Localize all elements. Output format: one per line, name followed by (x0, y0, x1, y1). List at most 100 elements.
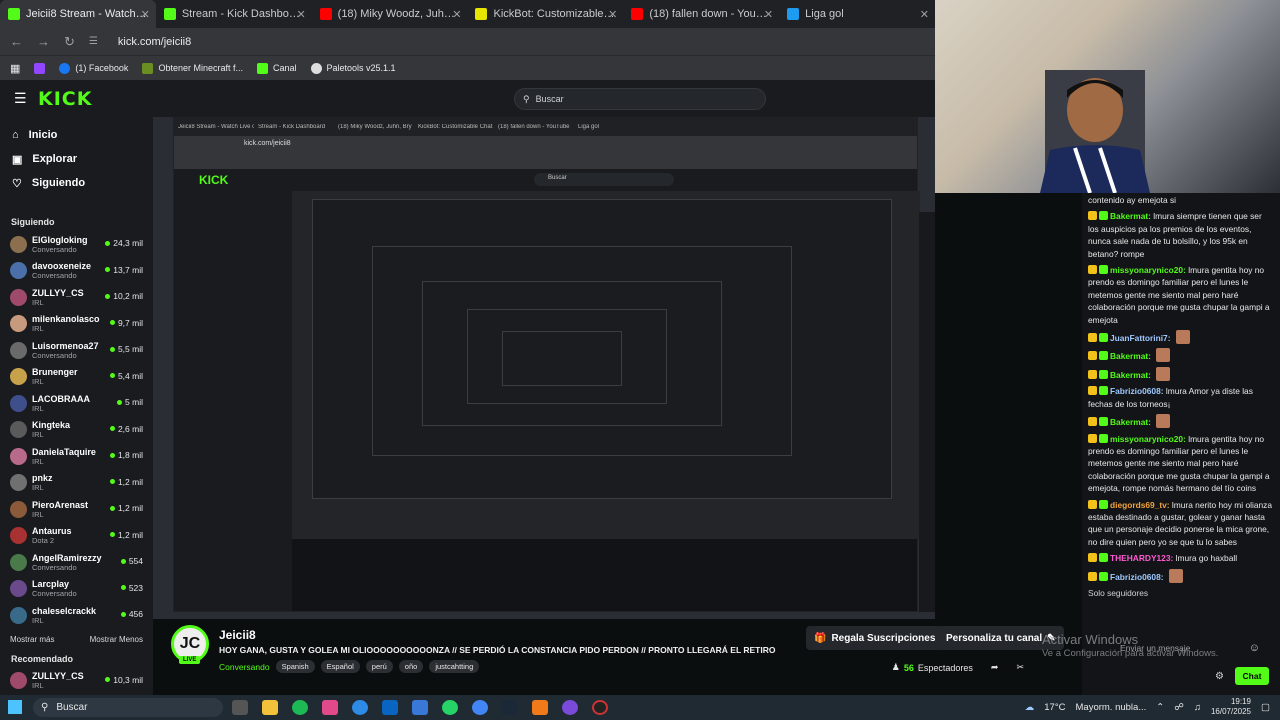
tag[interactable]: Spanish (275, 660, 315, 673)
close-icon[interactable]: ✕ (920, 8, 929, 21)
followed-channel[interactable]: pnkz IRL 1,2 mil (0, 470, 153, 497)
steam-icon[interactable] (502, 700, 518, 715)
nav-siguiendo[interactable]: ♡ Siguiendo (0, 171, 153, 195)
followed-channel[interactable]: Luisormenoa27 Conversando 5,5 mil (0, 337, 153, 364)
clip-icon[interactable]: ✂ (1016, 662, 1024, 673)
channel-category: Dota 2 (32, 536, 55, 546)
followed-channel[interactable]: ZULLYY_CS IRL 10,2 mil (0, 284, 153, 311)
notification-icon[interactable]: ▢ (1261, 702, 1270, 713)
close-icon[interactable]: ✕ (608, 8, 617, 21)
followed-channel[interactable]: ElGlogloking Conversando 24,3 mil (0, 231, 153, 258)
tag[interactable]: justcahtting (429, 660, 480, 673)
browser-tab[interactable]: (18) Miky Woodz, Juhn, Bry ✕ (312, 0, 468, 28)
show-more-button[interactable]: Mostrar más (10, 635, 54, 644)
file-explorer-icon[interactable] (262, 700, 278, 715)
browser-tab[interactable]: (18) fallen down - YouTube ✕ (623, 0, 779, 28)
followed-channel[interactable]: chaleselcrackk IRL 456 (0, 602, 153, 629)
chat-username[interactable]: Bakermat: (1110, 351, 1151, 361)
browser-tab[interactable]: Stream - Kick Dashboard ✕ (156, 0, 312, 28)
followed-channel[interactable]: Antaurus Dota 2 1,2 mil (0, 523, 153, 550)
chat-send-button[interactable]: Chat (1235, 667, 1269, 685)
chat-username[interactable]: JuanFattorini7: (1110, 333, 1171, 343)
close-icon[interactable]: ✕ (296, 8, 305, 21)
followed-channel[interactable]: AngelRamirezzy Conversando 554 (0, 549, 153, 576)
settings-gear-icon[interactable]: ⚙ (1215, 671, 1224, 682)
windows-start-icon[interactable] (8, 700, 22, 714)
gift-subs-button[interactable]: 🎁 Regala Suscripciones (806, 626, 944, 650)
chat-username[interactable]: Bakermat: (1110, 370, 1151, 380)
chrome-icon[interactable] (472, 700, 488, 715)
tab-favicon-icon (163, 8, 176, 20)
menu-icon[interactable]: ☰ (14, 90, 27, 107)
weather-icon[interactable]: ☁ (1025, 702, 1035, 713)
volume-icon[interactable]: ♫ (1194, 702, 1201, 713)
share-icon[interactable]: ➦ (991, 662, 999, 673)
outlook-icon[interactable] (382, 700, 398, 715)
followed-channel[interactable]: LACOBRAAA IRL 5 mil (0, 390, 153, 417)
emoji-icon[interactable]: ☺ (1249, 642, 1260, 654)
show-less-button[interactable]: Mostrar Menos (90, 635, 143, 644)
apps-grid-icon[interactable]: ▦ (10, 62, 20, 75)
bookmark-paletools[interactable]: Paletools v25.1.1 (310, 62, 396, 74)
tag[interactable]: perú (365, 660, 393, 673)
chat-username[interactable]: Bakermat: (1110, 211, 1151, 221)
back-icon[interactable]: ← (10, 34, 23, 49)
bookmark-facebook[interactable]: (1) Facebook (59, 62, 128, 74)
whatsapp-icon[interactable] (442, 700, 458, 715)
chat-username[interactable]: Fabrizio0608: (1110, 572, 1164, 582)
chat-username[interactable]: THEHARDY123: (1110, 553, 1173, 563)
copilot-icon[interactable] (322, 700, 338, 715)
nav-explorar[interactable]: ▣ Explorar (0, 147, 153, 171)
nav-inicio[interactable]: ⌂ Inicio (0, 123, 153, 147)
network-icon[interactable]: ☍ (1174, 702, 1184, 713)
search-input[interactable]: ⚲ Buscar (514, 88, 766, 110)
followed-channel[interactable]: Larcplay Conversando 523 (0, 576, 153, 603)
tag[interactable]: oño (398, 660, 424, 673)
chevron-up-icon[interactable]: ⌃ (1156, 702, 1164, 713)
browser-tab[interactable]: KickBot: Customizable Chat Bo✕ (467, 0, 623, 28)
spotify-icon[interactable] (292, 700, 308, 715)
bookmark-minecraft[interactable]: Obtener Minecraft f... (142, 62, 243, 74)
chat-username[interactable]: diegords69_tv: (1110, 500, 1170, 510)
nav-label: Explorar (32, 153, 78, 165)
stream-video[interactable]: Jeicii8 Stream - Watch Live on K Stream -… (153, 117, 935, 619)
task-view-icon[interactable] (232, 700, 248, 715)
viewer-count-text: 10,3 mil (113, 674, 143, 685)
close-icon[interactable]: ✕ (141, 8, 150, 21)
taskbar-search[interactable]: ⚲ Buscar (33, 698, 223, 717)
store-icon[interactable] (412, 700, 428, 715)
bookmark-canal[interactable]: Canal (256, 62, 297, 74)
followed-channel[interactable]: ZULLYY_CS IRL 10,3 mil (0, 668, 153, 695)
chat-username[interactable]: missyonarynico20: (1110, 265, 1186, 275)
viewer-count-text: 1,2 mil (117, 503, 143, 513)
url-field[interactable]: kick.com/jeicii8 (118, 36, 191, 48)
chat-username[interactable]: Fabrizio0608: (1110, 386, 1164, 396)
category-link[interactable]: Conversando (219, 662, 270, 672)
followed-channel[interactable]: davooxeneize Conversando 13,7 mil (0, 258, 153, 285)
search-placeholder: Buscar (535, 94, 564, 104)
followed-channel[interactable]: Brunenger IRL 5,4 mil (0, 364, 153, 391)
obs-icon[interactable] (592, 700, 608, 715)
followed-channel[interactable]: DanielaTaquire IRL 1,8 mil (0, 443, 153, 470)
chat-username[interactable]: missyonarynico20: (1110, 434, 1186, 444)
reload-icon[interactable]: ↻ (64, 34, 75, 50)
browser-tab[interactable]: Liga gol ✕ (779, 0, 935, 28)
kick-icon (256, 62, 268, 74)
forward-icon[interactable]: → (37, 34, 50, 49)
browser-tab[interactable]: Jeicii8 Stream - Watch Live on K✕ (0, 0, 156, 28)
discord-icon[interactable] (562, 700, 578, 715)
site-info-icon[interactable]: ☰ (89, 36, 98, 47)
followed-channel[interactable]: PieroArenast IRL 1,2 mil (0, 496, 153, 523)
tag[interactable]: Español (320, 660, 360, 673)
edge-icon[interactable] (352, 700, 368, 715)
followed-channel[interactable]: Kingteka IRL 2,6 mil (0, 417, 153, 444)
bookmark-twitch[interactable] (34, 62, 46, 74)
close-icon[interactable]: ✕ (764, 8, 773, 21)
chat-username[interactable]: Bakermat: (1110, 417, 1151, 427)
kick-logo[interactable]: KICK (38, 88, 92, 110)
followed-channel[interactable]: milenkanolasco IRL 9,7 mil (0, 311, 153, 338)
clock[interactable]: 19:19 16/07/2025 (1211, 697, 1251, 717)
streamer-name[interactable]: Jeicii8 (219, 628, 256, 642)
close-icon[interactable]: ✕ (452, 8, 461, 21)
obs-alt-icon[interactable] (532, 700, 548, 715)
